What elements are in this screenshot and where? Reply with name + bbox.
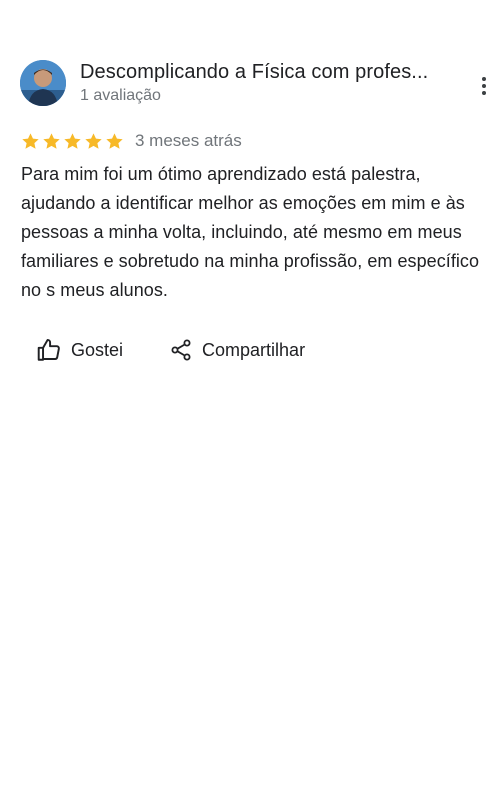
share-icon bbox=[171, 339, 191, 361]
review-card: Descomplicando a Física com profes... 1 … bbox=[0, 0, 500, 800]
review-date: 3 meses atrás bbox=[135, 131, 242, 150]
star-icon bbox=[106, 132, 123, 149]
star-icon bbox=[64, 132, 81, 149]
more-vert-icon-dot bbox=[482, 84, 486, 88]
rating-row: 3 meses atrás bbox=[21, 130, 242, 152]
star-icon bbox=[85, 132, 102, 149]
more-vert-icon-dot bbox=[482, 91, 486, 95]
more-vert-icon bbox=[482, 77, 486, 81]
author-block: Descomplicando a Física com profes... 1 … bbox=[80, 60, 456, 106]
like-label: Gostei bbox=[71, 340, 124, 360]
like-button[interactable]: Gostei bbox=[36, 336, 123, 364]
star-icon bbox=[43, 132, 60, 149]
share-label: Compartilhar bbox=[202, 340, 306, 360]
author-review-count: 1 avaliação bbox=[80, 87, 161, 104]
review-header: Descomplicando a Física com profes... 1 … bbox=[20, 60, 456, 106]
star-rating bbox=[21, 132, 124, 151]
review-text: Para mim foi um ótimo aprendizado está p… bbox=[21, 164, 480, 300]
avatar-image bbox=[20, 60, 66, 106]
avatar[interactable] bbox=[20, 60, 66, 106]
thumb-up-icon bbox=[37, 338, 60, 361]
review-actions: Gostei Compartilhar bbox=[36, 336, 305, 364]
author-name[interactable]: Descomplicando a Física com profes... bbox=[80, 60, 456, 84]
star-icon bbox=[22, 132, 39, 149]
share-button[interactable]: Compartilhar bbox=[169, 336, 305, 364]
more-options-button[interactable] bbox=[474, 74, 494, 98]
